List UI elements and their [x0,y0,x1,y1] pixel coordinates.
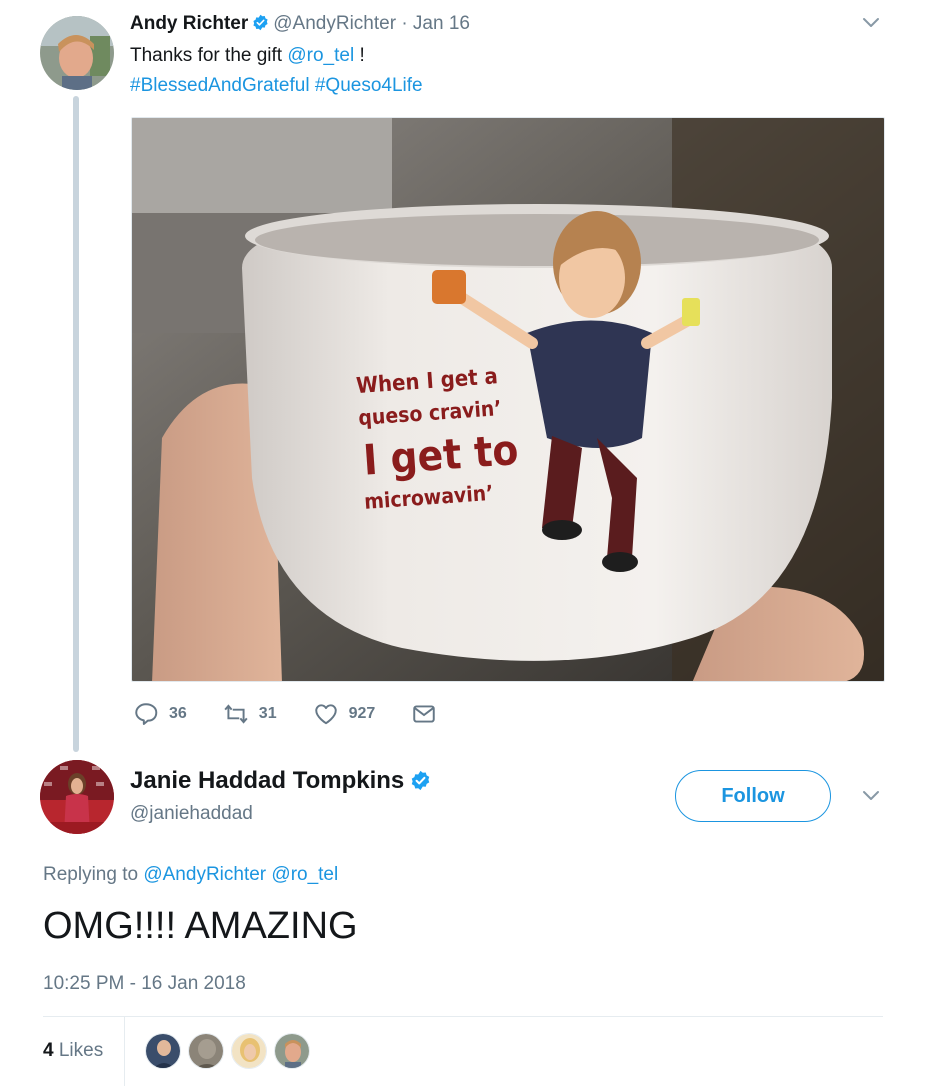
replying-prefix: Replying to [43,864,144,885]
hashtag-link[interactable]: #BlessedAndGrateful [130,75,310,96]
parent-author-name[interactable]: Andy Richter [130,13,248,34]
like-button[interactable]: 927 [313,701,376,727]
andy-richter-avatar[interactable] [40,16,114,90]
parent-tweet-text: Thanks for the gift @ro_tel ! #BlessedAn… [130,41,870,101]
stats-vertical-divider [124,1017,125,1086]
mention-link[interactable]: @ro_tel [287,45,354,66]
verified-badge-icon [253,14,268,31]
replying-to-link[interactable]: @ro_tel [271,864,338,885]
direct-message-icon [413,705,436,723]
verified-badge-icon [412,770,430,791]
reply-author-name-text[interactable]: Janie Haddad Tompkins [130,767,404,794]
likes-stat[interactable]: 4 Likes [43,1039,103,1063]
liker-avatar[interactable] [231,1033,267,1069]
janie-haddad-avatar[interactable] [40,760,114,834]
replying-to-link[interactable]: @AndyRichter [143,864,266,885]
liker-avatar[interactable] [145,1033,181,1069]
reply-icon [135,703,158,725]
reply-count: 36 [169,705,187,722]
reply-tweet-text: OMG!!!! AMAZING [43,905,358,947]
reply-timestamp[interactable]: 10:25 PM - 16 Jan 2018 [43,972,246,996]
tweet-actions: 36 31 927 [133,700,473,728]
like-count: 927 [348,705,376,722]
chevron-down-icon[interactable] [860,14,882,32]
reply-author-handle[interactable]: @janiehaddad [130,802,253,826]
like-icon [314,704,337,725]
likes-label: Likes [58,1040,104,1061]
liker-avatar[interactable] [274,1033,310,1069]
retweet-icon [224,704,248,724]
liker-avatars [145,1033,317,1069]
tweet-text-prefix: Thanks for the gift [130,45,288,66]
reply-author-name[interactable]: Janie Haddad Tompkins [130,765,435,797]
chevron-down-icon[interactable] [860,787,882,805]
retweet-count: 31 [258,705,277,722]
parent-tweet-header: Andy Richter @AndyRichter · Jan 16 [130,12,470,36]
replying-to-context: Replying to @AndyRichter @ro_tel [43,862,338,888]
likes-count: 4 [43,1040,54,1061]
header-separator: · [401,13,408,34]
parent-tweet-date[interactable]: Jan 16 [413,13,470,34]
liker-avatar[interactable] [188,1033,224,1069]
direct-message-button[interactable] [411,701,437,727]
thread-connector-line [73,96,79,752]
reply-button[interactable]: 36 [133,701,187,727]
parent-author-handle[interactable]: @AndyRichter [273,13,396,34]
follow-button[interactable]: Follow [675,770,831,822]
tweet-photo[interactable]: When I get a queso cravin’ I get to micr… [131,117,885,682]
tweet-text-suffix: ! [354,45,365,66]
stats-divider [43,1016,883,1017]
retweet-button[interactable]: 31 [223,701,277,727]
hashtag-link[interactable]: #Queso4Life [315,75,423,96]
